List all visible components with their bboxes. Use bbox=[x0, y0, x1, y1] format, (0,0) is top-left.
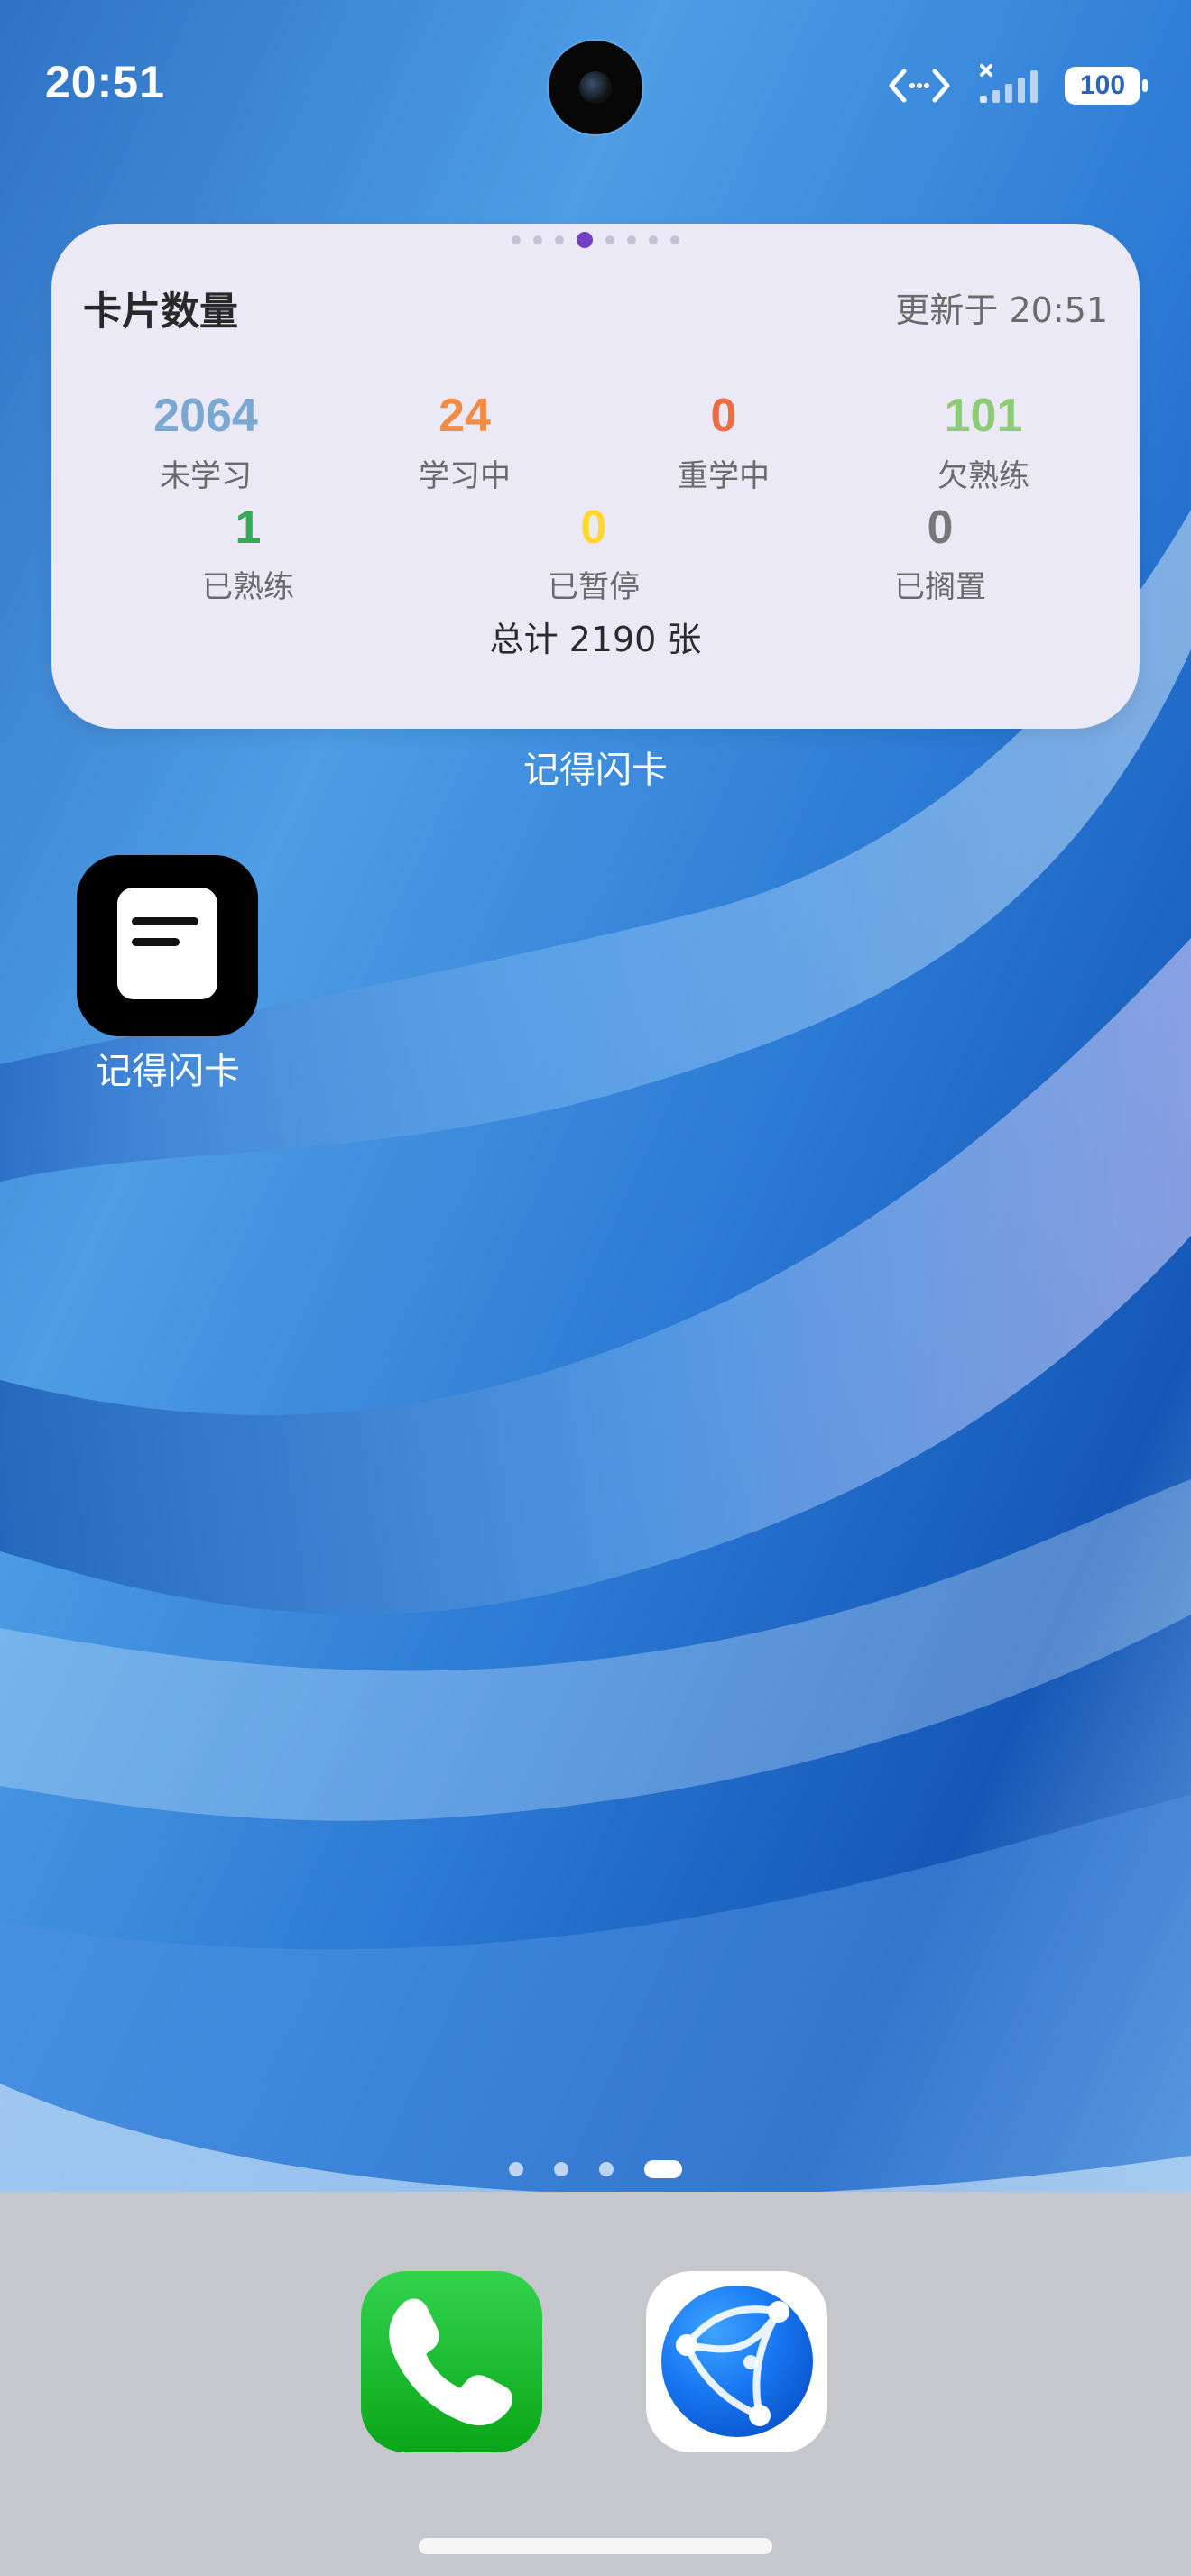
paused-count: 0 bbox=[580, 501, 607, 554]
home-page-indicator bbox=[0, 2159, 1191, 2186]
battery-icon: 100 bbox=[1065, 67, 1148, 105]
active-page-dot bbox=[577, 231, 593, 248]
widget-title: 卡片数量 bbox=[83, 290, 238, 335]
page-dot bbox=[554, 2161, 568, 2176]
mastered-label: 已熟练 bbox=[202, 569, 294, 605]
page-dot bbox=[670, 235, 679, 244]
paused-label: 已暂停 bbox=[548, 569, 640, 605]
relearning-count: 0 bbox=[710, 390, 737, 442]
flashcard-note-icon[interactable] bbox=[77, 855, 258, 1036]
unlearned-count: 2064 bbox=[153, 390, 258, 442]
widget-app-name: 记得闪卡 bbox=[523, 750, 668, 791]
unfamiliar-count: 101 bbox=[944, 390, 1023, 442]
active-page-dot bbox=[644, 2159, 682, 2178]
front-camera-icon bbox=[549, 41, 642, 134]
status-time: 20:51 bbox=[45, 57, 165, 107]
mastered-count: 1 bbox=[235, 501, 262, 554]
app-label: 记得闪卡 bbox=[96, 1051, 240, 1092]
page-dot bbox=[649, 235, 658, 244]
page-dot bbox=[512, 235, 521, 244]
data-transfer-icon bbox=[889, 69, 950, 103]
learning-label: 学习中 bbox=[419, 458, 511, 494]
phone-icon bbox=[389, 2298, 513, 2426]
learning-count: 24 bbox=[439, 390, 491, 442]
page-dot bbox=[555, 235, 564, 244]
unfamiliar-label: 欠熟练 bbox=[937, 458, 1029, 494]
home-indicator[interactable] bbox=[419, 2538, 772, 2554]
app-dock bbox=[0, 2192, 1191, 2576]
unlearned-label: 未学习 bbox=[160, 458, 252, 494]
page-dot bbox=[605, 235, 614, 244]
shelved-count: 0 bbox=[927, 501, 954, 554]
widget-page-indicator bbox=[0, 230, 1191, 248]
relearning-label: 重学中 bbox=[678, 458, 770, 494]
page-dot bbox=[599, 2161, 614, 2176]
status-bar: 20:51 100 bbox=[0, 0, 1191, 171]
network-globe-icon bbox=[661, 2286, 813, 2437]
page-dot bbox=[627, 235, 636, 244]
update-time: 更新于 20:51 bbox=[895, 290, 1108, 330]
note-icon bbox=[117, 888, 217, 999]
no-signal-icon bbox=[980, 64, 1038, 103]
browser-app-button[interactable] bbox=[646, 2271, 827, 2452]
phone-app-button[interactable] bbox=[361, 2271, 542, 2452]
page-dot bbox=[533, 235, 542, 244]
total-cards: 总计 2190 张 bbox=[489, 620, 702, 659]
shelved-label: 已搁置 bbox=[894, 569, 986, 605]
page-dot bbox=[509, 2161, 523, 2176]
